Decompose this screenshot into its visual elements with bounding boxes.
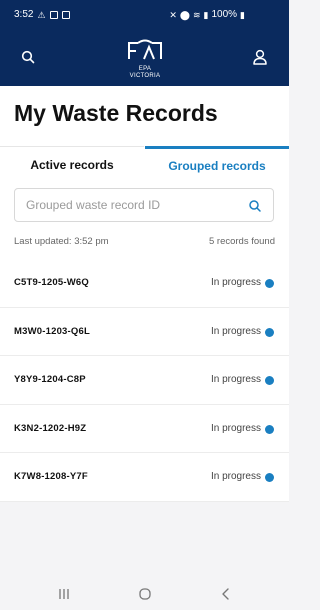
warning-icon: ⚠ <box>37 9 46 20</box>
back-icon <box>222 588 229 600</box>
recent-apps-button[interactable] <box>52 585 76 603</box>
last-updated-text: Last updated: 3:52 pm <box>14 236 109 247</box>
tab-active-records[interactable]: Active records <box>0 146 144 182</box>
back-button[interactable] <box>214 585 238 603</box>
record-status: In progress <box>210 471 261 482</box>
records-panel: Active records Grouped records Last upda… <box>0 146 289 502</box>
account-button[interactable] <box>249 46 271 68</box>
record-row[interactable]: K3N2-1202-H9Z In progress <box>0 404 289 453</box>
search-box <box>14 188 274 222</box>
record-id: C5T9-1205-W6Q <box>14 277 89 288</box>
tab-grouped-records[interactable]: Grouped records <box>145 146 289 182</box>
records-list: C5T9-1205-W6Q In progress M3W0-1203-Q6L … <box>0 259 289 502</box>
status-dot-icon <box>265 473 274 482</box>
logo-line-1: EPA <box>138 66 152 72</box>
record-id: K7W8-1208-Y7F <box>14 471 88 482</box>
page-title: My Waste Records <box>14 100 218 126</box>
record-id: Y8Y9-1204-C8P <box>14 374 86 385</box>
home-icon <box>139 588 151 600</box>
status-time: 3:52 <box>14 9 34 20</box>
user-icon <box>253 49 267 65</box>
recent-apps-icon <box>59 589 69 599</box>
record-row[interactable]: Y8Y9-1204-C8P In progress <box>0 356 289 405</box>
status-dot-icon <box>265 424 274 434</box>
search-icon <box>21 50 35 64</box>
status-bar: 3:52 ⚠ ✕ ⬤ ≋ ▮ 100% ▮ <box>0 0 289 28</box>
record-status: In progress <box>210 422 261 434</box>
record-id: K3N2-1202-H9Z <box>14 422 87 434</box>
record-status: In progress <box>210 277 261 288</box>
signal-icon: ▮ <box>203 9 209 20</box>
record-id: M3W0-1203-Q6L <box>14 325 90 337</box>
app-header: EPA VICTORIA <box>0 28 289 86</box>
logo-line-2: VICTORIA <box>129 73 161 79</box>
wifi-icon: ≋ <box>192 9 201 20</box>
status-dot-icon <box>265 327 274 337</box>
location-icon: ⬤ <box>179 9 190 20</box>
records-meta: Last updated: 3:52 pm 5 records found <box>14 236 275 247</box>
search-icon[interactable] <box>248 199 262 213</box>
grouped-record-search-input[interactable] <box>15 198 235 212</box>
record-status: In progress <box>210 374 261 385</box>
record-status: In progress <box>210 325 261 337</box>
battery-level: 100% <box>211 9 238 20</box>
record-row[interactable]: M3W0-1203-Q6L In progress <box>0 307 289 356</box>
system-nav-bar <box>0 578 289 610</box>
records-count: 5 records found <box>208 236 275 247</box>
status-dot-icon <box>265 279 274 288</box>
epa-victoria-logo: EPA VICTORIA <box>120 39 170 79</box>
battery-icon: ▮ <box>240 9 245 20</box>
home-button[interactable] <box>133 585 157 603</box>
notification-icon <box>61 10 70 19</box>
status-dot-icon <box>265 376 274 385</box>
mute-icon: ✕ <box>169 9 177 20</box>
search-button[interactable] <box>17 46 39 68</box>
record-row[interactable]: K7W8-1208-Y7F In progress <box>0 453 289 502</box>
record-tabs: Active records Grouped records <box>0 146 289 182</box>
gallery-icon <box>49 10 58 19</box>
page-header: My Waste Records <box>0 86 289 146</box>
record-row[interactable]: C5T9-1205-W6Q In progress <box>0 259 289 308</box>
epa-logo-mark <box>128 39 162 60</box>
